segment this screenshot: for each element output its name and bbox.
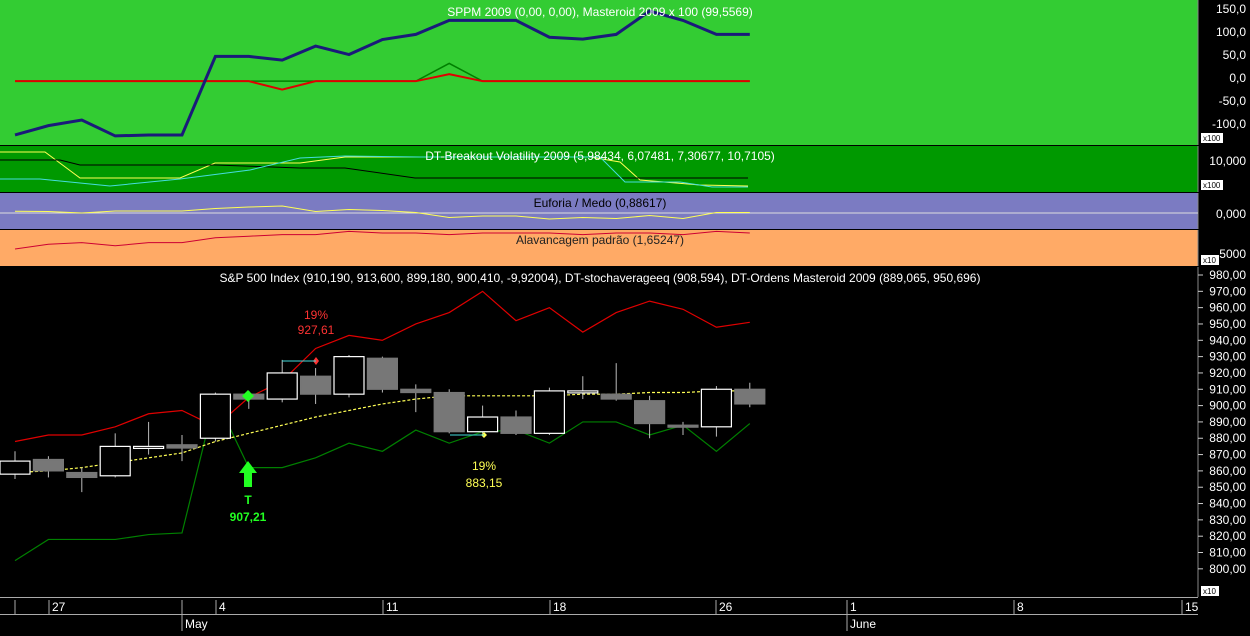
candle-body — [133, 445, 165, 450]
candle-body — [533, 390, 566, 434]
candle-body — [0, 460, 31, 475]
chart-svg: 980,00 970,00 960,00 950,00 940,00 930,00 920,… — [0, 0, 1250, 631]
sppm-tick-label: -100,0 — [1212, 117, 1246, 131]
y-tick-label: 890,00 — [1209, 415, 1246, 429]
x-day-label: 15 — [1185, 600, 1199, 614]
alav-scale-label: x10 — [1203, 256, 1216, 265]
x-day-label: 11 — [386, 600, 399, 614]
sppm-tick-label: 150,0 — [1216, 2, 1246, 16]
sell-target-price: 927,61 — [298, 323, 335, 337]
x-day-label: 1 — [850, 600, 857, 614]
y-tick-label: 910,00 — [1209, 382, 1246, 396]
candle-body — [467, 416, 499, 433]
dtb-tick-label: 10,000 — [1209, 154, 1246, 168]
candle-body — [66, 471, 98, 479]
sppm-tick-label: -50,0 — [1219, 94, 1247, 108]
sppm-scale-label: x100 — [1203, 134, 1221, 143]
buy-target-pct: 19% — [472, 459, 496, 473]
main-panel — [0, 267, 1198, 597]
candle-body — [567, 390, 599, 394]
x-day-label: 27 — [52, 600, 66, 614]
y-tick-label: 850,00 — [1209, 480, 1246, 494]
y-tick-label: 880,00 — [1209, 431, 1246, 445]
y-tick-label: 830,00 — [1209, 513, 1246, 527]
buy-target-price: 883,15 — [466, 476, 503, 490]
candle-body — [600, 393, 632, 400]
entry-signal-letter: T — [244, 493, 252, 507]
candle-body — [633, 400, 666, 425]
y-tick-label: 930,00 — [1209, 350, 1246, 364]
x-day-label: 8 — [1017, 600, 1024, 614]
euforia-title: Euforia / Medo (0,88617) — [534, 196, 667, 210]
x-day-label: 18 — [553, 600, 567, 614]
dtb-scale-label: x100 — [1203, 181, 1221, 190]
y-tick-label: 870,00 — [1209, 448, 1246, 462]
candle-body — [166, 444, 198, 449]
alav-title: Alavancagem padrão (1,65247) — [516, 233, 684, 247]
y-tick-label: 840,00 — [1209, 497, 1246, 511]
candle-body — [734, 388, 766, 405]
main-scale-label: x10 — [1203, 587, 1216, 596]
y-tick-label: 820,00 — [1209, 529, 1246, 543]
x-month-label: May — [185, 617, 208, 631]
entry-price: 907,21 — [230, 510, 267, 524]
y-tick-label: 970,00 — [1209, 284, 1246, 298]
y-tick-label: 900,00 — [1209, 399, 1246, 413]
y-tick-label: 980,00 — [1209, 268, 1246, 282]
x-day-label: 4 — [219, 600, 226, 614]
candle-body — [366, 357, 398, 390]
sppm-tick-label: 100,0 — [1216, 25, 1246, 39]
y-tick-label: 960,00 — [1209, 301, 1246, 315]
candle-body — [500, 416, 532, 434]
alav-tick-label: 5000 — [1219, 247, 1246, 261]
candle-body — [266, 372, 298, 400]
candle-body — [99, 445, 131, 477]
x-day-label: 26 — [719, 600, 733, 614]
y-tick-label: 810,00 — [1209, 546, 1246, 560]
candle-body — [300, 375, 332, 395]
y-tick-label: 860,00 — [1209, 464, 1246, 478]
y-tick-label: 800,00 — [1209, 562, 1246, 576]
candle-body — [700, 388, 733, 428]
sppm-tick-label: 50,0 — [1223, 48, 1247, 62]
sell-target-pct: 19% — [304, 308, 328, 322]
dtb-title: DT-Breakout Volatility 2009 (5,98434, 6,… — [425, 149, 775, 163]
y-tick-label: 920,00 — [1209, 366, 1246, 380]
candle-body — [333, 356, 365, 395]
candle-body — [433, 391, 465, 433]
y-tick-label: 950,00 — [1209, 317, 1246, 331]
euforia-tick-label: 0,000 — [1216, 207, 1246, 221]
candle-body — [400, 388, 432, 394]
chart-root: 980,00 970,00 960,00 950,00 940,00 930,00 920,… — [0, 0, 1250, 631]
main-title: S&P 500 Index (910,190, 913,600, 899,180… — [220, 271, 981, 285]
x-month-label: June — [850, 617, 876, 631]
sppm-tick-label: 0,0 — [1229, 71, 1246, 85]
candle-body — [199, 393, 231, 439]
y-tick-label: 940,00 — [1209, 333, 1246, 347]
candle-body — [667, 424, 699, 428]
candle-body — [32, 458, 65, 472]
sppm-panel — [0, 0, 1198, 145]
sppm-title: SPPM 2009 (0,00, 0,00), Masteroid 2009 x… — [447, 5, 753, 19]
